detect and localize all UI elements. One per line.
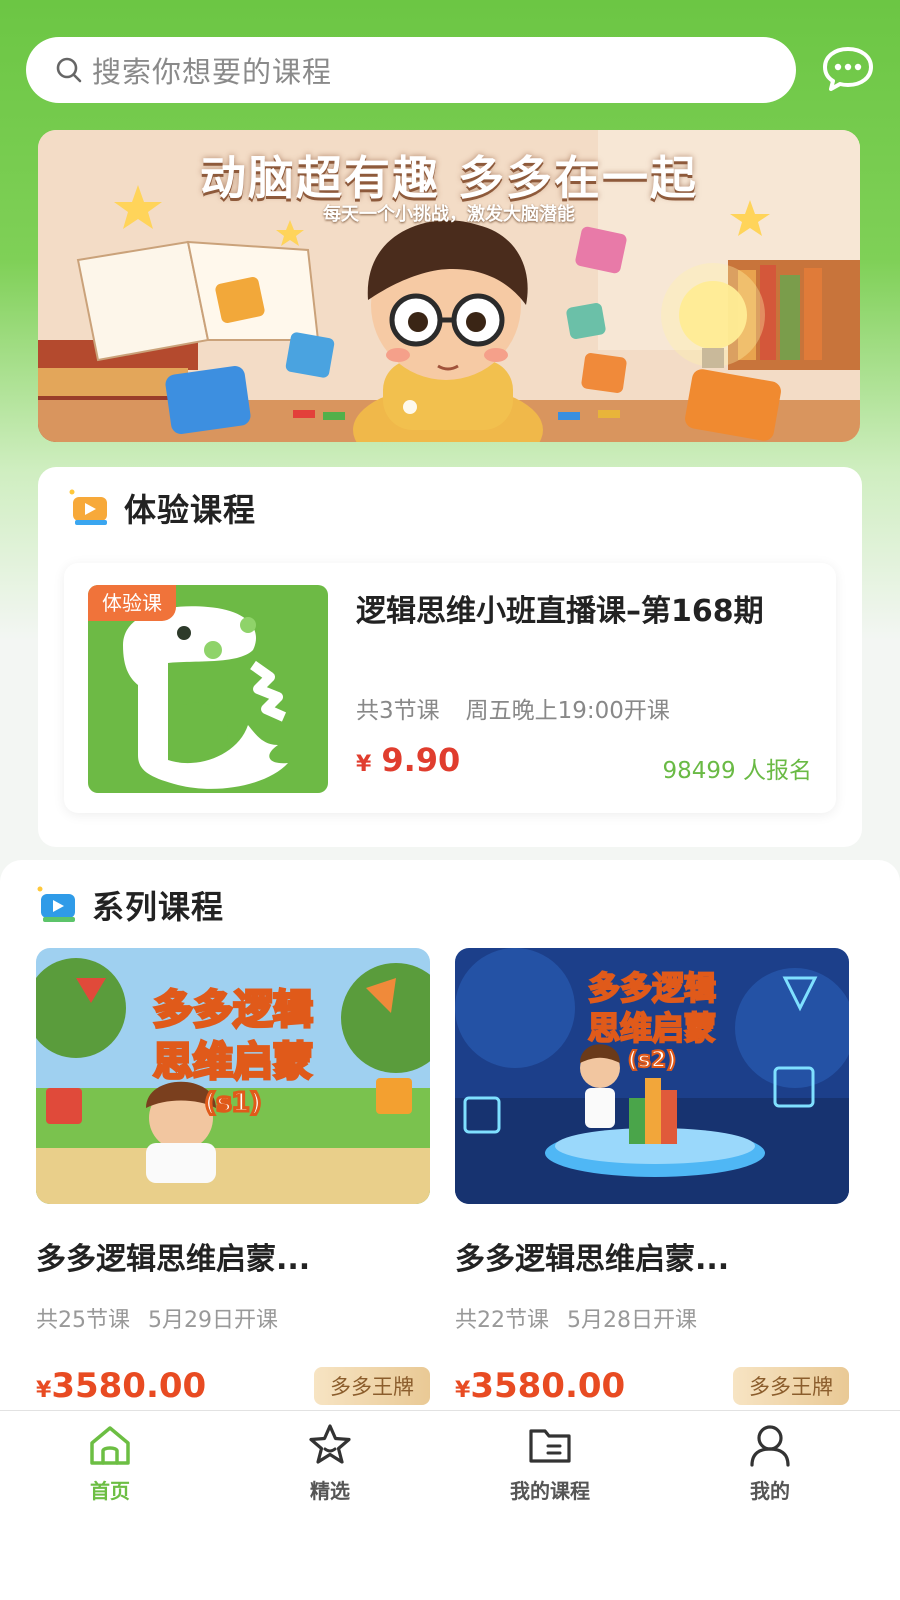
start-date: 5月28日开课 bbox=[567, 1308, 697, 1333]
series-course-meta: 共25节课 5月29日开课 bbox=[36, 1302, 430, 1334]
course-thumbnail: 体验课 bbox=[88, 585, 328, 793]
course-price: ¥9.90 bbox=[356, 741, 460, 779]
course-meta: 共3节课 周五晚上19:00开课 bbox=[356, 691, 670, 725]
brand-badge: 多多王牌 bbox=[314, 1367, 430, 1405]
video-play-icon bbox=[36, 885, 78, 925]
trial-section-header: 体验课程 bbox=[68, 485, 256, 531]
price-row: ¥3580.00 多多王牌 bbox=[455, 1366, 849, 1406]
nav-item-profile[interactable]: 我的 bbox=[700, 1421, 840, 1504]
search-bar[interactable]: 搜索你想要的课程 bbox=[26, 37, 796, 103]
start-date: 5月29日开课 bbox=[148, 1308, 278, 1333]
series-course-meta: 共22节课 5月28日开课 bbox=[455, 1302, 849, 1334]
section-title: 体验课程 bbox=[124, 491, 257, 529]
cover-title: 多多逻辑 思维启蒙 (s1) bbox=[152, 986, 315, 1120]
nav-item-featured[interactable]: 精选 bbox=[260, 1421, 400, 1504]
brand-badge: 多多王牌 bbox=[733, 1367, 849, 1405]
series-course-card[interactable]: 多多逻辑 思维启蒙 (s1) 多多逻辑思维启蒙... 共25节课 5月29日开课 … bbox=[36, 948, 430, 1406]
series-price: ¥3580.00 bbox=[455, 1366, 625, 1406]
trial-tag: 体验课 bbox=[88, 585, 176, 621]
enrolled-count: 98499 人报名 bbox=[662, 758, 812, 784]
course-cover-image: 多多逻辑 思维启蒙 (s1) bbox=[36, 948, 430, 1204]
price-value: 3580.00 bbox=[51, 1366, 207, 1406]
message-icon[interactable] bbox=[822, 46, 874, 92]
folder-icon bbox=[529, 1429, 571, 1463]
banner-subtitle: 每天一个小挑战，激发大脑潜能 bbox=[323, 204, 575, 225]
nav-label: 我的课程 bbox=[510, 1479, 590, 1503]
series-course-title[interactable]: 多多逻辑思维启蒙... bbox=[36, 1234, 430, 1278]
banner-indicator-dot[interactable] bbox=[403, 400, 417, 414]
price-row: ¥3580.00 多多王牌 bbox=[36, 1366, 430, 1406]
nav-label: 我的 bbox=[750, 1479, 790, 1503]
course-cover-image: 多多逻辑 思维启蒙 (s2) bbox=[455, 948, 849, 1204]
course-title[interactable]: 逻辑思维小班直播课–第168期 bbox=[356, 589, 816, 635]
nav-label: 首页 bbox=[90, 1479, 130, 1503]
trial-course-section: 体验课程 体验课 逻辑思维小班直播课–第168期 共3节课 周五晚上19:00开课… bbox=[38, 467, 862, 847]
currency-symbol: ¥ bbox=[356, 752, 372, 777]
lesson-count: 共3节课 bbox=[356, 698, 440, 724]
price-value: 3580.00 bbox=[470, 1366, 626, 1406]
series-section-header: 系列课程 bbox=[36, 882, 224, 928]
home-icon bbox=[90, 1426, 130, 1465]
course-schedule: 周五晚上19:00开课 bbox=[465, 698, 670, 724]
nav-label: 精选 bbox=[310, 1479, 350, 1503]
section-title: 系列课程 bbox=[92, 888, 225, 926]
bottom-nav: 首页 精选 我的课程 我的 bbox=[0, 1410, 900, 1600]
search-input[interactable]: 搜索你想要的课程 bbox=[92, 49, 332, 91]
cover-title: 多多逻辑 思维启蒙 (s2) bbox=[587, 968, 717, 1074]
lesson-count: 共22节课 bbox=[455, 1308, 549, 1333]
lesson-count: 共25节课 bbox=[36, 1308, 130, 1333]
search-icon bbox=[54, 55, 84, 85]
price-value: 9.90 bbox=[381, 741, 461, 779]
video-play-icon bbox=[68, 488, 110, 528]
user-icon bbox=[750, 1425, 790, 1467]
series-price: ¥3580.00 bbox=[36, 1366, 206, 1406]
series-course-section: 系列课程 多多逻辑 思维启蒙 (s1) 多多逻辑思维启蒙... 共25节课 5月… bbox=[0, 860, 900, 1420]
star-icon bbox=[309, 1424, 351, 1464]
series-course-title[interactable]: 多多逻辑思维启蒙... bbox=[455, 1234, 849, 1278]
series-course-card[interactable]: 多多逻辑 思维启蒙 (s2) 多多逻辑思维启蒙... 共22节课 5月28日开课 … bbox=[455, 948, 849, 1406]
nav-item-home[interactable]: 首页 bbox=[40, 1421, 180, 1504]
promo-banner[interactable]: 动脑超有趣 多多在一起 每天一个小挑战，激发大脑潜能 bbox=[38, 130, 860, 442]
currency-symbol: ¥ bbox=[36, 1378, 52, 1403]
currency-symbol: ¥ bbox=[455, 1378, 471, 1403]
nav-item-my-courses[interactable]: 我的课程 bbox=[480, 1421, 620, 1504]
trial-course-item[interactable]: 体验课 逻辑思维小班直播课–第168期 共3节课 周五晚上19:00开课 ¥9.9… bbox=[64, 563, 836, 813]
banner-title: 动脑超有趣 多多在一起 bbox=[199, 151, 698, 205]
